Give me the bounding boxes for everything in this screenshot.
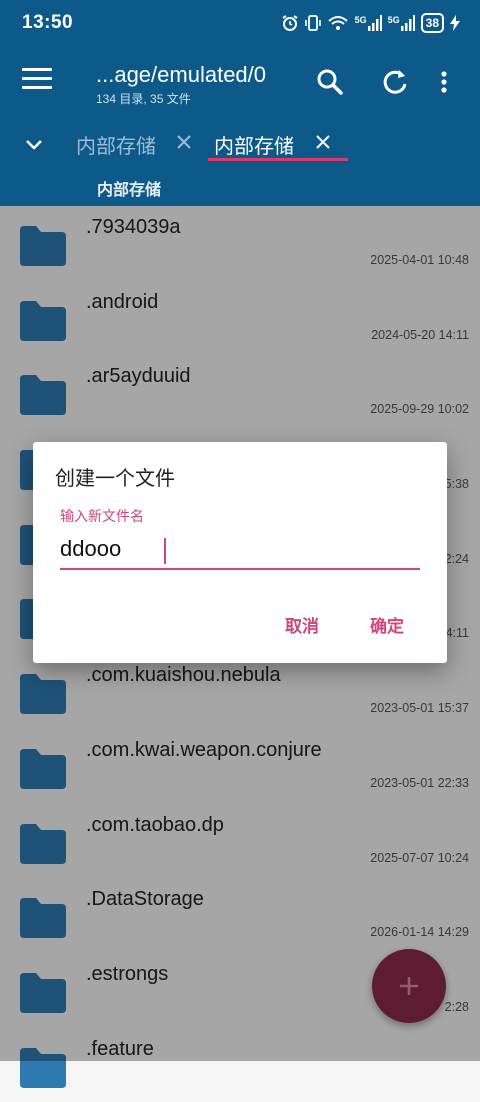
dialog-title: 创建一个文件 <box>55 468 175 490</box>
wifi-icon <box>327 14 349 32</box>
ok-button[interactable]: 确定 <box>364 608 410 641</box>
path-title: ...age/emulated/0 <box>96 62 267 87</box>
refresh-icon[interactable] <box>379 66 411 98</box>
signal-1-icon: 5G <box>355 15 382 31</box>
title-block: ...age/emulated/0 134 目录, 35 文件 <box>96 62 306 107</box>
tab-internal-storage-1[interactable]: 内部存储 <box>76 130 156 159</box>
alarm-icon <box>281 14 299 32</box>
active-tab-indicator <box>208 158 348 161</box>
charging-icon <box>450 15 460 31</box>
status-time: 13:50 <box>22 12 74 33</box>
folder-stats: 134 目录, 35 文件 <box>96 92 191 106</box>
signal-2-icon: 5G <box>388 15 415 31</box>
close-tab-1-icon[interactable] <box>174 132 194 152</box>
create-file-dialog: 创建一个文件 输入新文件名 取消 确定 <box>33 442 447 663</box>
chevron-down-icon[interactable] <box>24 134 44 154</box>
menu-icon[interactable] <box>22 68 52 96</box>
battery-icon: 38 <box>420 13 444 33</box>
breadcrumb[interactable]: 内部存储 <box>97 176 161 200</box>
status-bar: 13:50 5G 5G 38 <box>0 0 480 46</box>
more-options-icon[interactable] <box>436 66 452 98</box>
close-tab-2-icon[interactable] <box>313 132 333 152</box>
vibrate-icon <box>304 14 321 32</box>
text-cursor <box>164 538 166 564</box>
filename-input[interactable] <box>60 530 420 570</box>
search-icon[interactable] <box>314 66 346 98</box>
status-icons: 5G 5G 38 <box>281 13 460 33</box>
cancel-button[interactable]: 取消 <box>279 608 325 641</box>
app-bar: ...age/emulated/0 134 目录, 35 文件 内部存储 内部存… <box>0 46 480 206</box>
filename-field-label: 输入新文件名 <box>60 508 144 524</box>
tab-internal-storage-2[interactable]: 内部存储 <box>214 130 294 159</box>
